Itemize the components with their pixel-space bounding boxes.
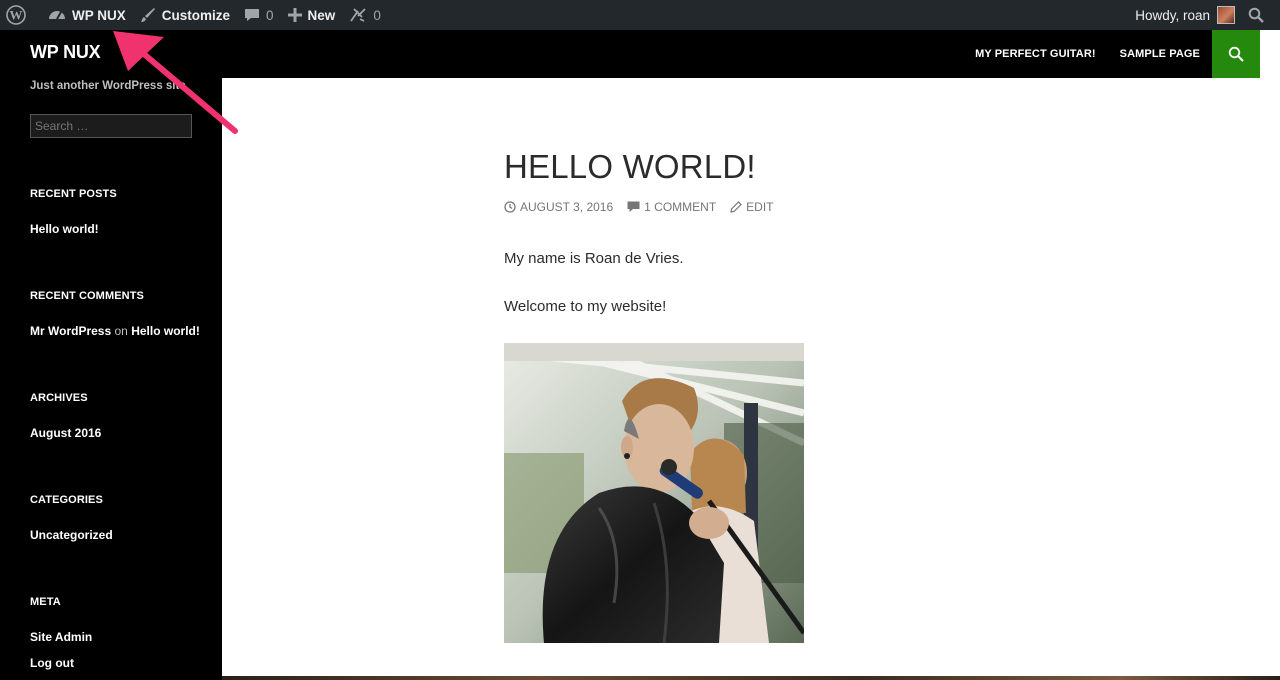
widget-archives: ARCHIVES August 2016 [30, 392, 101, 452]
comment-on-text: on [114, 324, 128, 338]
sidebar: Just another WordPress site RECENT POSTS… [0, 78, 222, 680]
updates-icon [350, 8, 366, 22]
my-account-link[interactable]: Howdy, roan [1128, 0, 1242, 30]
pencil-icon [730, 201, 743, 213]
widget-categories: CATEGORIES Uncategorized [30, 494, 113, 554]
plus-icon [287, 8, 302, 22]
avatar [1217, 6, 1235, 24]
category-link[interactable]: Uncategorized [30, 528, 113, 542]
log-out-link[interactable]: Log out [30, 656, 92, 670]
clock-icon [504, 201, 516, 213]
widget-recent-posts: RECENT POSTS Hello world! [30, 188, 117, 248]
comment-icon [245, 9, 260, 21]
post-image[interactable] [504, 343, 804, 643]
widget-recent-comments: RECENT COMMENTS Mr WordPress on Hello wo… [30, 290, 200, 350]
post-comments-link[interactable]: 1 COMMENT [627, 200, 716, 214]
post-paragraph: My name is Roan de Vries. [504, 250, 684, 267]
post-date-link[interactable]: AUGUST 3, 2016 [504, 200, 613, 214]
annotation-arrow [113, 31, 238, 134]
search-icon [1248, 7, 1264, 23]
recent-comment-item: Mr WordPress on Hello world! [30, 324, 200, 338]
search-icon [1228, 46, 1244, 62]
post-comments-count: 1 COMMENT [644, 200, 717, 214]
post-edit-link[interactable]: EDIT [730, 200, 774, 214]
comment-author-link[interactable]: Mr WordPress [30, 324, 111, 338]
post-title[interactable]: HELLO WORLD! [504, 148, 756, 186]
main-content: HELLO WORLD! AUGUST 3, 2016 1 COMMENT ED… [222, 78, 1260, 676]
customize-label: Customize [161, 7, 231, 23]
singer-photo [504, 343, 804, 643]
dashboard-icon [49, 11, 65, 20]
widget-title: ARCHIVES [30, 392, 88, 404]
new-label: New [307, 7, 336, 23]
updates-count: 0 [373, 7, 381, 23]
archive-link[interactable]: August 2016 [30, 426, 101, 440]
primary-navigation: MY PERFECT GUITAR! SAMPLE PAGE [963, 30, 1212, 78]
site-title[interactable]: WP NUX [30, 42, 101, 63]
adminbar-search-button[interactable] [1242, 0, 1280, 30]
site-name-label: WP NUX [72, 7, 126, 23]
svg-text:W: W [10, 8, 23, 23]
widget-title: META [30, 596, 61, 608]
comment-post-link[interactable]: Hello world! [131, 324, 200, 338]
widget-title: RECENT POSTS [30, 188, 117, 200]
nav-item-my-perfect-guitar[interactable]: MY PERFECT GUITAR! [963, 48, 1108, 60]
site-admin-link[interactable]: Site Admin [30, 630, 92, 644]
comments-count: 0 [266, 7, 274, 23]
widget-title: CATEGORIES [30, 494, 103, 506]
recent-post-link[interactable]: Hello world! [30, 222, 117, 236]
page-edge [1260, 30, 1280, 680]
paintbrush-icon [140, 8, 155, 22]
post-paragraph: Welcome to my website! [504, 298, 667, 315]
wordpress-logo-button[interactable]: W [0, 0, 41, 30]
wordpress-logo-icon: W [6, 5, 26, 25]
widget-meta: META Site Admin Log out [30, 596, 92, 680]
nav-item-sample-page[interactable]: SAMPLE PAGE [1108, 48, 1212, 60]
post-edit-label: EDIT [746, 200, 774, 214]
post-date: AUGUST 3, 2016 [520, 200, 614, 214]
post-meta: AUGUST 3, 2016 1 COMMENT EDIT [504, 199, 788, 215]
background-texture [222, 676, 1280, 680]
updates-link[interactable]: 0 [342, 0, 388, 30]
header-search-toggle[interactable] [1212, 30, 1260, 78]
comment-icon [627, 201, 640, 212]
new-content-link[interactable]: New [281, 0, 343, 30]
widget-title: RECENT COMMENTS [30, 290, 144, 302]
howdy-label: Howdy, roan [1135, 7, 1210, 23]
